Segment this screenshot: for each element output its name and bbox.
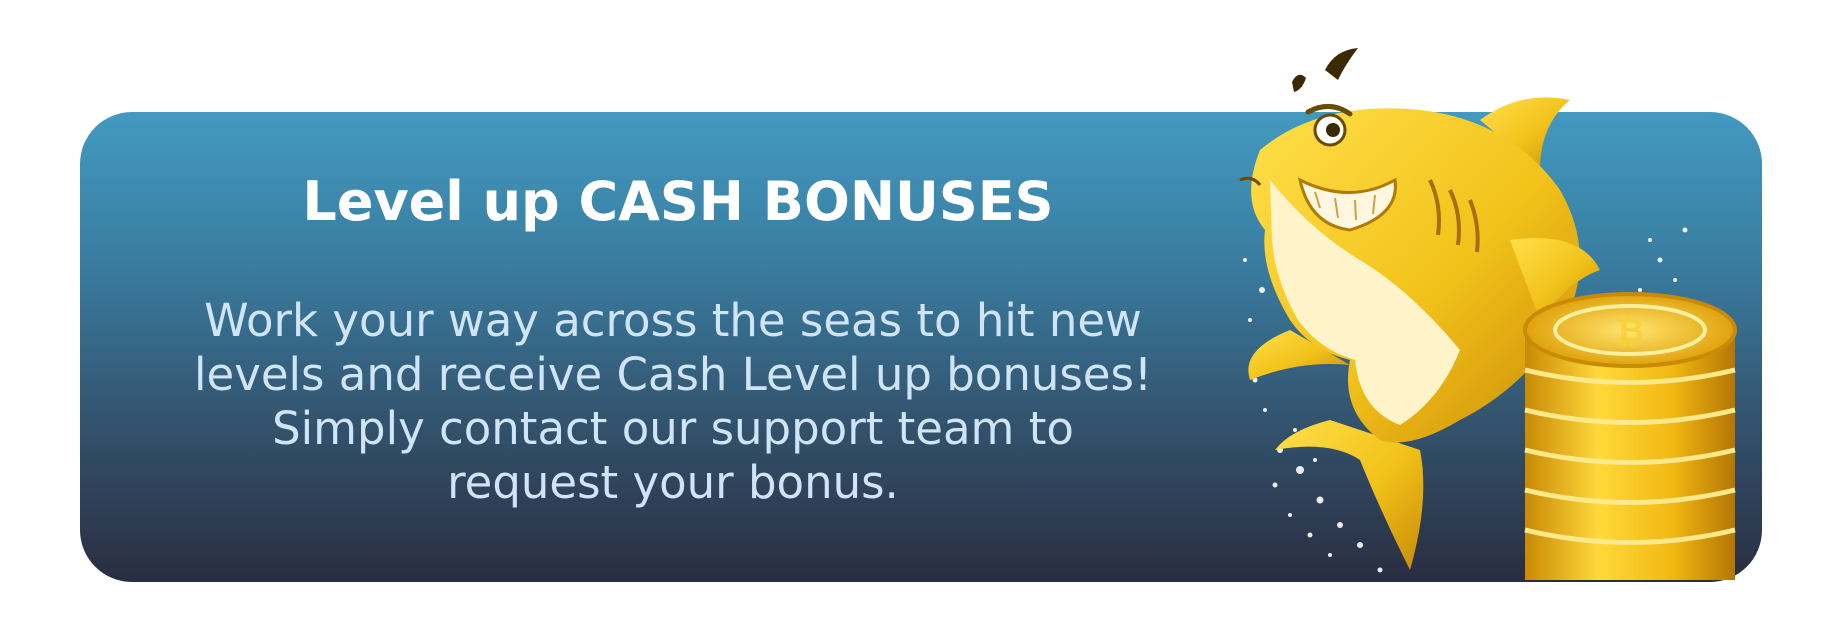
shark-mascot-icon: ₿	[1239, 48, 1737, 580]
svg-text:₿: ₿	[1616, 311, 1644, 351]
promo-text-block: Level up CASH BONUSES Work your way acro…	[80, 112, 1276, 582]
promo-description-line: levels and receive Cash Level up bonuses…	[194, 348, 1152, 401]
promo-description-line: Simply contact our support team to	[272, 402, 1074, 455]
promo-title: Level up CASH BONUSES	[302, 170, 1054, 233]
shark-tail	[1275, 420, 1424, 570]
promo-description-line: request your bonus.	[447, 456, 899, 509]
promo-stage: Level up CASH BONUSES Work your way acro…	[0, 0, 1833, 625]
promo-description: Work your way across the seas to hit new…	[150, 294, 1196, 510]
promo-description-line: Work your way across the seas to hit new	[204, 294, 1142, 347]
coin-stack-icon: ₿	[1523, 292, 1737, 580]
